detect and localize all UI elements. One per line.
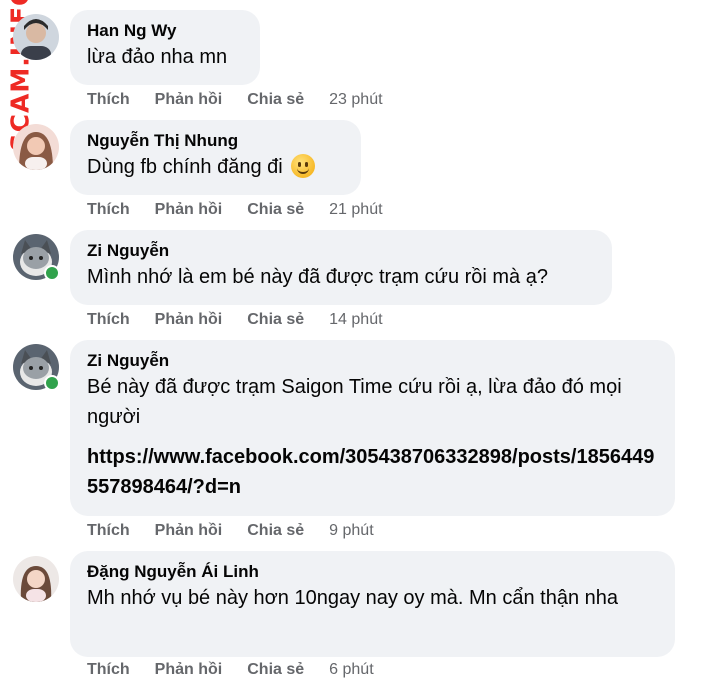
comment-timestamp[interactable]: 23 phút	[329, 91, 382, 109]
share-button[interactable]: Chia sẻ	[247, 311, 304, 329]
avatar[interactable]	[13, 14, 59, 60]
comment-actions: Thích Phản hồi Chia sẻ 9 phút	[87, 522, 374, 540]
comment-author[interactable]: Han Ng Wy	[87, 20, 243, 42]
comment-timestamp[interactable]: 21 phút	[329, 201, 382, 219]
online-status-icon	[44, 265, 60, 281]
comment-text: lừa đảo nha mn	[87, 46, 228, 68]
comment-bubble: Han Ng Wy lừa đảo nha mn	[70, 10, 260, 85]
comment-bubble: Đặng Nguyễn Ái Linh Mh nhớ vụ bé này hơn…	[70, 551, 675, 657]
comment-text: Mh nhớ vụ bé này hơn 10ngay nay oy mà. M…	[87, 587, 619, 609]
avatar[interactable]	[13, 124, 59, 170]
comment-bubble: Zi Nguyễn Bé này đã được trạm Saigon Tim…	[70, 340, 675, 516]
comment-bubble: Nguyễn Thị Nhung Dùng fb chính đăng đi	[70, 120, 361, 195]
comment-author[interactable]: Zi Nguyễn	[87, 240, 595, 262]
share-button[interactable]: Chia sẻ	[247, 661, 304, 679]
comment-text-line: Dùng fb chính đăng đi	[87, 152, 344, 182]
comment-text: Dùng fb chính đăng đi	[87, 156, 283, 178]
reply-button[interactable]: Phản hồi	[155, 311, 223, 329]
like-button[interactable]: Thích	[87, 311, 130, 329]
online-status-icon	[44, 375, 60, 391]
share-button[interactable]: Chia sẻ	[247, 201, 304, 219]
like-button[interactable]: Thích	[87, 661, 130, 679]
reply-button[interactable]: Phản hồi	[155, 522, 223, 540]
comment-author[interactable]: Nguyễn Thị Nhung	[87, 130, 344, 152]
avatar[interactable]	[13, 556, 59, 602]
comment-actions: Thích Phản hồi Chia sẻ 14 phút	[87, 311, 383, 329]
comment-actions: Thích Phản hồi Chia sẻ 23 phút	[87, 91, 383, 109]
like-button[interactable]: Thích	[87, 522, 130, 540]
reply-button[interactable]: Phản hồi	[155, 91, 223, 109]
comment-text: Bé này đã được trạm Saigon Time cứu rồi …	[87, 376, 622, 428]
comment-author[interactable]: Đặng Nguyễn Ái Linh	[87, 561, 658, 583]
share-button[interactable]: Chia sẻ	[247, 522, 304, 540]
reply-button[interactable]: Phản hồi	[155, 661, 223, 679]
comment-actions: Thích Phản hồi Chia sẻ 21 phút	[87, 201, 383, 219]
comment-author[interactable]: Zi Nguyễn	[87, 350, 658, 372]
like-button[interactable]: Thích	[87, 201, 130, 219]
comment-timestamp[interactable]: 9 phút	[329, 522, 373, 540]
comment-link[interactable]: https://www.facebook.com/305438706332898…	[87, 442, 658, 502]
share-button[interactable]: Chia sẻ	[247, 91, 304, 109]
comment-actions: Thích Phản hồi Chia sẻ 6 phút	[87, 661, 374, 679]
smiling-face-icon	[291, 154, 316, 178]
comment-timestamp[interactable]: 6 phút	[329, 661, 373, 679]
comment-bubble: Zi Nguyễn Mình nhớ là em bé này đã được …	[70, 230, 612, 305]
comment-timestamp[interactable]: 14 phút	[329, 311, 382, 329]
comment-text: Mình nhớ là em bé này đã được trạm cứu r…	[87, 266, 548, 288]
reply-button[interactable]: Phản hồi	[155, 201, 223, 219]
like-button[interactable]: Thích	[87, 91, 130, 109]
